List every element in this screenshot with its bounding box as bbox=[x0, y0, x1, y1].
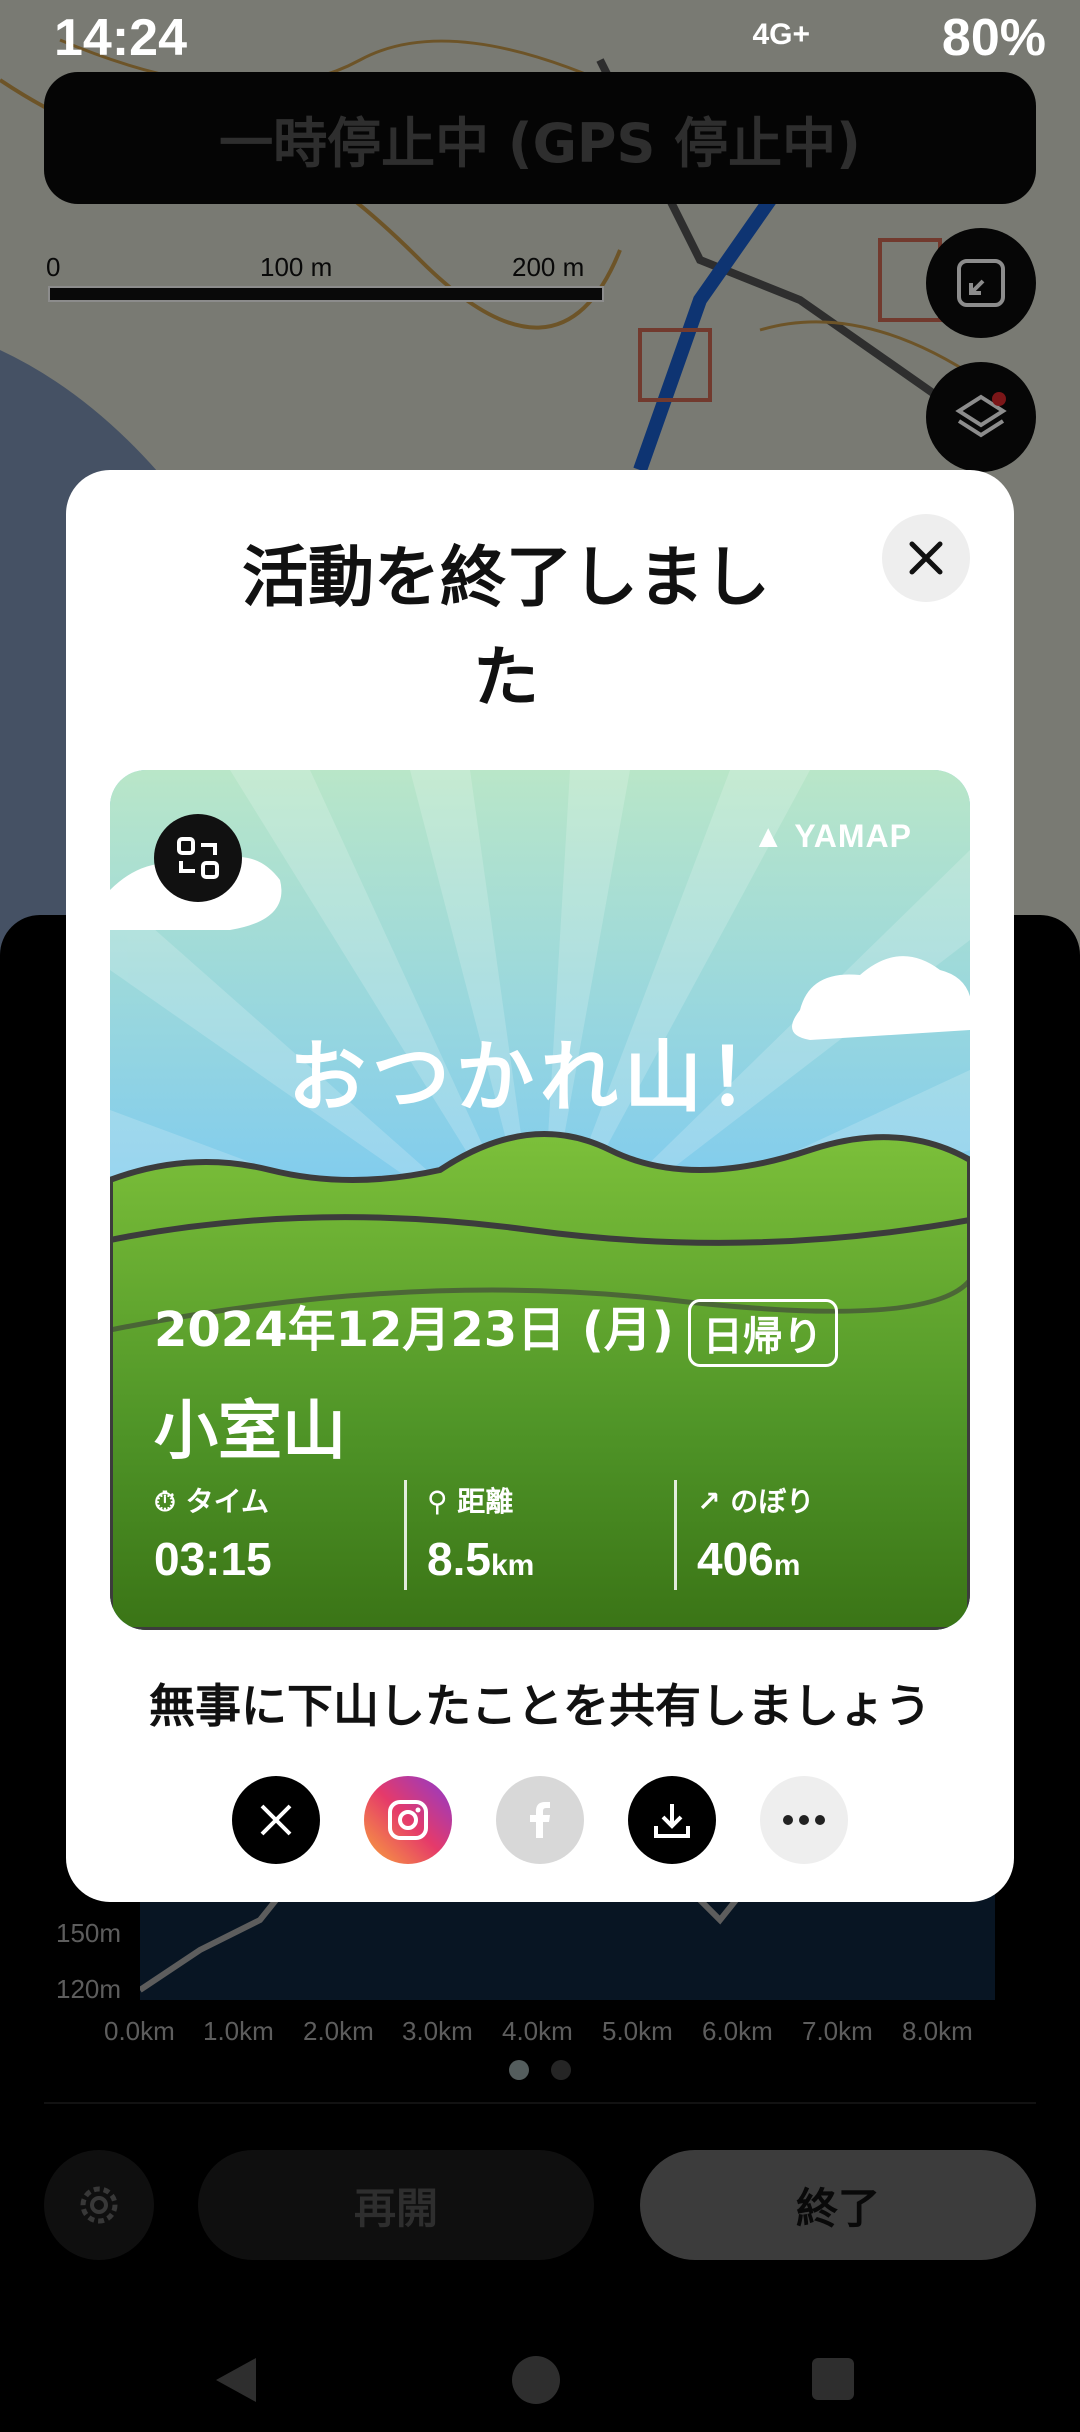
date-text: 2024年12月23日 (月) bbox=[154, 1302, 674, 1358]
ascent-value: 406 bbox=[697, 1533, 774, 1585]
ascent-unit: m bbox=[773, 1549, 801, 1582]
activity-stats: ⏱ タイム 03:15 ⚲ 距離 8.5km ↗ のぼり 406m bbox=[154, 1480, 954, 1590]
trip-type-badge: 日帰り bbox=[687, 1299, 838, 1367]
download-icon bbox=[654, 1804, 690, 1838]
stopwatch-icon: ⏱ bbox=[154, 1485, 176, 1518]
brand-text: YAMAP bbox=[794, 818, 912, 854]
facebook-icon bbox=[530, 1802, 550, 1838]
share-facebook-button[interactable] bbox=[496, 1776, 584, 1864]
x-icon bbox=[260, 1804, 292, 1836]
brand-logo: ▲ YAMAP bbox=[752, 818, 912, 854]
share-instagram-button[interactable] bbox=[364, 1776, 452, 1864]
battery-level: 80% bbox=[941, 9, 1046, 67]
distance-icon: ⚲ bbox=[427, 1485, 448, 1518]
more-icon bbox=[783, 1815, 825, 1825]
stat-label: ⏱ タイム bbox=[154, 1480, 384, 1520]
stat-value: 406m bbox=[697, 1532, 927, 1586]
stat-time: ⏱ タイム 03:15 bbox=[154, 1480, 384, 1590]
stat-label: ⚲ 距離 bbox=[427, 1480, 657, 1520]
stat-distance: ⚲ 距離 8.5km bbox=[404, 1480, 657, 1590]
share-x-button[interactable] bbox=[232, 1776, 320, 1864]
dialog-title: 活動を終了しました bbox=[242, 539, 770, 716]
share-buttons bbox=[232, 1776, 852, 1866]
network-indicator: 4G+ bbox=[752, 18, 810, 51]
activity-finished-dialog: 活動を終了しました ▲ YAMAP おつかれ山！ 2024年12月23日 (月) bbox=[66, 470, 1014, 1902]
stat-label-text: のぼり bbox=[730, 1485, 815, 1518]
swap-card-button[interactable] bbox=[154, 814, 242, 902]
activity-date: 2024年12月23日 (月) 日帰り bbox=[154, 1290, 838, 1367]
activity-share-card: ▲ YAMAP おつかれ山！ 2024年12月23日 (月) 日帰り 小室山 ⏱ … bbox=[110, 770, 970, 1630]
stat-ascent: ↗ のぼり 406m bbox=[674, 1480, 927, 1590]
stat-value: 8.5km bbox=[427, 1532, 657, 1586]
card-headline: おつかれ山！ bbox=[287, 1033, 792, 1123]
share-prompt: 無事に下山したことを共有しましょう bbox=[149, 1679, 931, 1733]
mountain-name: 小室山 bbox=[154, 1395, 346, 1469]
ascent-icon: ↗ bbox=[697, 1485, 721, 1518]
status-time: 14:24 bbox=[54, 9, 187, 67]
instagram-icon bbox=[388, 1800, 428, 1840]
close-icon bbox=[909, 541, 943, 575]
stat-label-text: 距離 bbox=[457, 1485, 514, 1518]
swap-icon bbox=[177, 837, 219, 879]
stat-value: 03:15 bbox=[154, 1533, 272, 1585]
stat-label: ↗ のぼり bbox=[697, 1480, 927, 1520]
distance-value: 8.5 bbox=[427, 1533, 491, 1585]
status-bar: 14:24 4G+ 80% bbox=[0, 0, 1080, 72]
stat-label-text: タイム bbox=[185, 1485, 270, 1518]
download-button[interactable] bbox=[628, 1776, 716, 1864]
close-button[interactable] bbox=[882, 514, 970, 602]
more-share-button[interactable] bbox=[760, 1776, 848, 1864]
distance-unit: km bbox=[490, 1549, 535, 1582]
